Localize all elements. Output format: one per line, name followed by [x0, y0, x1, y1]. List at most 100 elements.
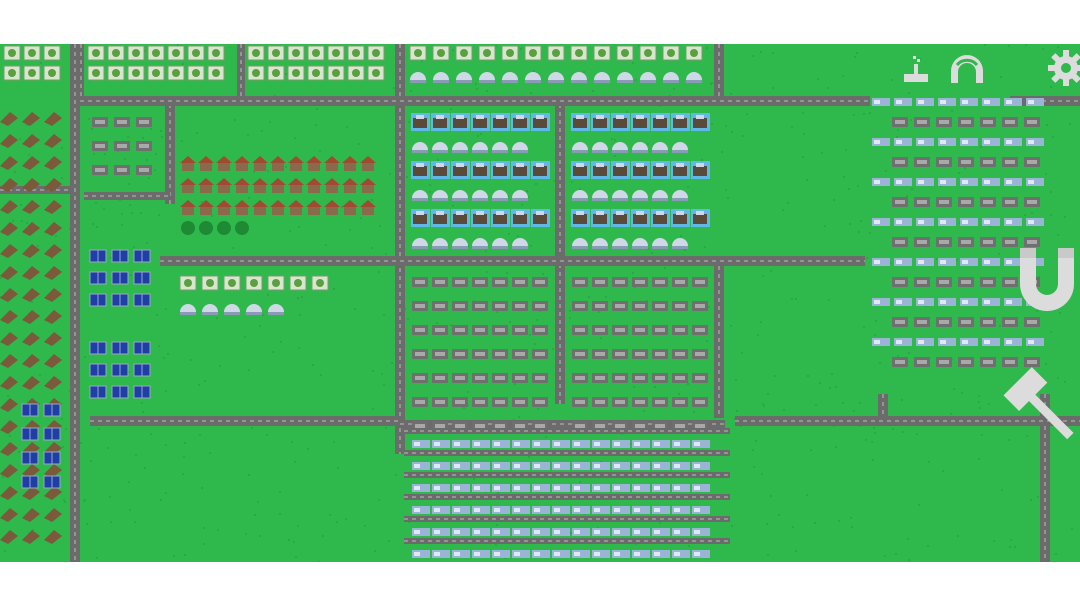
conveyor[interactable]	[672, 440, 690, 448]
conveyor[interactable]	[472, 440, 490, 448]
ore-processor[interactable]	[532, 277, 548, 287]
ore-processor[interactable]	[692, 349, 708, 359]
conveyor[interactable]	[432, 550, 450, 558]
assembler[interactable]	[1024, 317, 1040, 327]
conveyor[interactable]	[652, 462, 670, 470]
assembler[interactable]	[914, 117, 930, 127]
conveyor[interactable]	[938, 178, 956, 186]
solar-panel[interactable]	[89, 293, 107, 307]
conveyor[interactable]	[592, 528, 610, 536]
conveyor[interactable]	[572, 506, 590, 514]
workshop[interactable]	[631, 161, 650, 179]
conveyor[interactable]	[692, 506, 710, 514]
conveyor[interactable]	[572, 440, 590, 448]
workshop[interactable]	[471, 113, 490, 131]
solar-panel[interactable]	[21, 403, 39, 417]
conveyor[interactable]	[592, 462, 610, 470]
workshop[interactable]	[491, 161, 510, 179]
conveyor[interactable]	[672, 484, 690, 492]
assembler[interactable]	[980, 157, 996, 167]
assembler[interactable]	[914, 357, 930, 367]
conveyor[interactable]	[672, 462, 690, 470]
workshop[interactable]	[611, 161, 630, 179]
conveyor[interactable]	[982, 178, 1000, 186]
ore-processor[interactable]	[472, 277, 488, 287]
greenhouse[interactable]	[455, 45, 473, 61]
workshop[interactable]	[571, 113, 590, 131]
conveyor[interactable]	[572, 550, 590, 558]
conveyor[interactable]	[982, 338, 1000, 346]
conveyor[interactable]	[632, 484, 650, 492]
conveyor[interactable]	[916, 178, 934, 186]
assembler[interactable]	[892, 197, 908, 207]
small-factory[interactable]	[136, 165, 152, 175]
workshop[interactable]	[571, 209, 590, 227]
greenhouse[interactable]	[167, 45, 185, 61]
greenhouse[interactable]	[127, 65, 145, 81]
ore-processor[interactable]	[512, 301, 528, 311]
greenhouse[interactable]	[3, 65, 21, 81]
ore-processor[interactable]	[452, 325, 468, 335]
workshop[interactable]	[411, 161, 430, 179]
assembler[interactable]	[892, 277, 908, 287]
ore-processor[interactable]	[652, 301, 668, 311]
conveyor[interactable]	[960, 298, 978, 306]
ore-processor[interactable]	[512, 277, 528, 287]
workshop[interactable]	[591, 161, 610, 179]
tree[interactable]	[181, 221, 195, 235]
assembler[interactable]	[980, 357, 996, 367]
greenhouse[interactable]	[87, 65, 105, 81]
solar-panel[interactable]	[133, 249, 151, 263]
ore-processor[interactable]	[672, 397, 688, 407]
game-world-map[interactable]	[0, 44, 1080, 562]
plant[interactable]	[289, 275, 307, 291]
magnet-tool-button[interactable]	[1014, 244, 1080, 316]
assembler[interactable]	[892, 357, 908, 367]
conveyor[interactable]	[612, 440, 630, 448]
solar-panel[interactable]	[133, 385, 151, 399]
conveyor[interactable]	[960, 178, 978, 186]
greenhouse[interactable]	[327, 65, 345, 81]
ore-processor[interactable]	[512, 397, 528, 407]
conveyor[interactable]	[592, 440, 610, 448]
ore-processor[interactable]	[452, 349, 468, 359]
solar-panel[interactable]	[111, 363, 129, 377]
solar-panel[interactable]	[89, 385, 107, 399]
greenhouse[interactable]	[432, 45, 450, 61]
solar-panel[interactable]	[43, 475, 61, 489]
assembler[interactable]	[958, 197, 974, 207]
conveyor[interactable]	[552, 528, 570, 536]
workshop[interactable]	[651, 161, 670, 179]
assembler[interactable]	[936, 197, 952, 207]
workshop[interactable]	[451, 161, 470, 179]
conveyor[interactable]	[872, 218, 890, 226]
settings-button[interactable]	[1046, 48, 1080, 88]
conveyor[interactable]	[894, 338, 912, 346]
conveyor[interactable]	[1026, 338, 1044, 346]
greenhouse[interactable]	[107, 65, 125, 81]
ore-processor[interactable]	[412, 397, 428, 407]
conveyor[interactable]	[632, 440, 650, 448]
ore-processor[interactable]	[652, 277, 668, 287]
conveyor[interactable]	[692, 528, 710, 536]
greenhouse[interactable]	[187, 65, 205, 81]
conveyor[interactable]	[552, 440, 570, 448]
greenhouse[interactable]	[147, 45, 165, 61]
ore-processor[interactable]	[572, 277, 588, 287]
ore-processor[interactable]	[592, 277, 608, 287]
ore-processor[interactable]	[612, 301, 628, 311]
conveyor[interactable]	[452, 550, 470, 558]
ore-processor[interactable]	[532, 301, 548, 311]
conveyor[interactable]	[692, 550, 710, 558]
small-factory[interactable]	[114, 165, 130, 175]
greenhouse[interactable]	[570, 45, 588, 61]
ore-processor[interactable]	[412, 325, 428, 335]
conveyor[interactable]	[492, 506, 510, 514]
assembler[interactable]	[936, 157, 952, 167]
greenhouse[interactable]	[43, 65, 61, 81]
conveyor[interactable]	[916, 138, 934, 146]
ore-processor[interactable]	[672, 301, 688, 311]
greenhouse[interactable]	[167, 65, 185, 81]
conveyor[interactable]	[652, 506, 670, 514]
conveyor[interactable]	[872, 178, 890, 186]
